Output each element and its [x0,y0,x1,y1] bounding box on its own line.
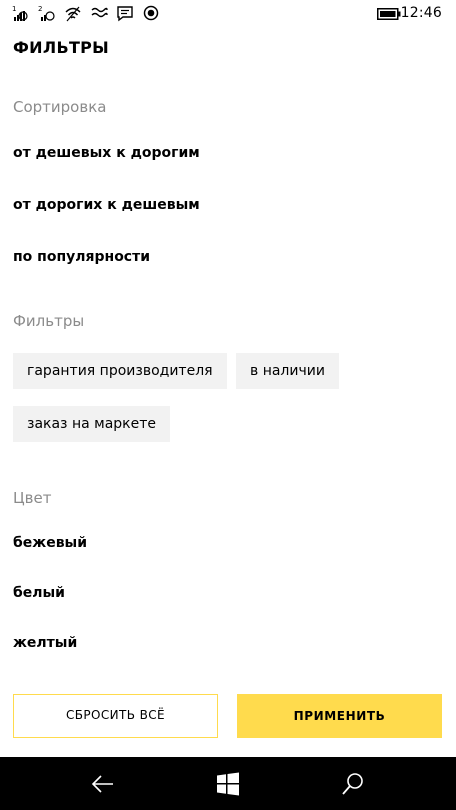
back-arrow-icon[interactable] [90,771,116,797]
status-time: 12:46 [400,5,442,21]
color-option-yellow[interactable]: желтый [13,635,77,651]
system-nav-bar [0,757,456,810]
page-title: ФИЛЬТРЫ [13,38,110,57]
color-option-beige[interactable]: бежевый [13,535,87,551]
filter-chip-in-stock[interactable]: в наличии [236,353,339,389]
reset-all-button[interactable]: СБРОСИТЬ ВСЁ [13,694,218,738]
battery-icon [377,8,401,20]
signal-2-icon: 2 [38,5,55,21]
windows-logo-icon[interactable] [215,771,241,797]
filters-section-label: Фильтры [13,312,85,330]
sort-option-expensive-to-cheap[interactable]: от дорогих к дешевым [13,197,200,213]
search-icon[interactable] [340,771,366,797]
filter-chip-market-order[interactable]: заказ на маркете [13,406,171,442]
signal-1-icon: 1 [12,5,28,21]
location-icon [143,5,159,21]
svg-text:2: 2 [38,5,42,13]
message-icon [117,6,133,22]
vibrate-icon [91,7,108,18]
status-bar: 1 2 12:46 [0,0,456,28]
filter-chip-manufacturer-warranty[interactable]: гарантия производителя [13,353,227,389]
color-section-label: Цвет [13,489,52,507]
sort-option-popularity[interactable]: по популярности [13,249,150,265]
color-option-white[interactable]: белый [13,585,65,601]
sort-section-label: Сортировка [13,98,107,116]
apply-button[interactable]: ПРИМЕНИТЬ [237,694,442,738]
wifi-icon [65,6,81,22]
sort-option-cheap-to-expensive[interactable]: от дешевых к дорогим [13,145,200,161]
svg-text:1: 1 [12,5,16,13]
status-icons: 1 2 [12,4,160,22]
